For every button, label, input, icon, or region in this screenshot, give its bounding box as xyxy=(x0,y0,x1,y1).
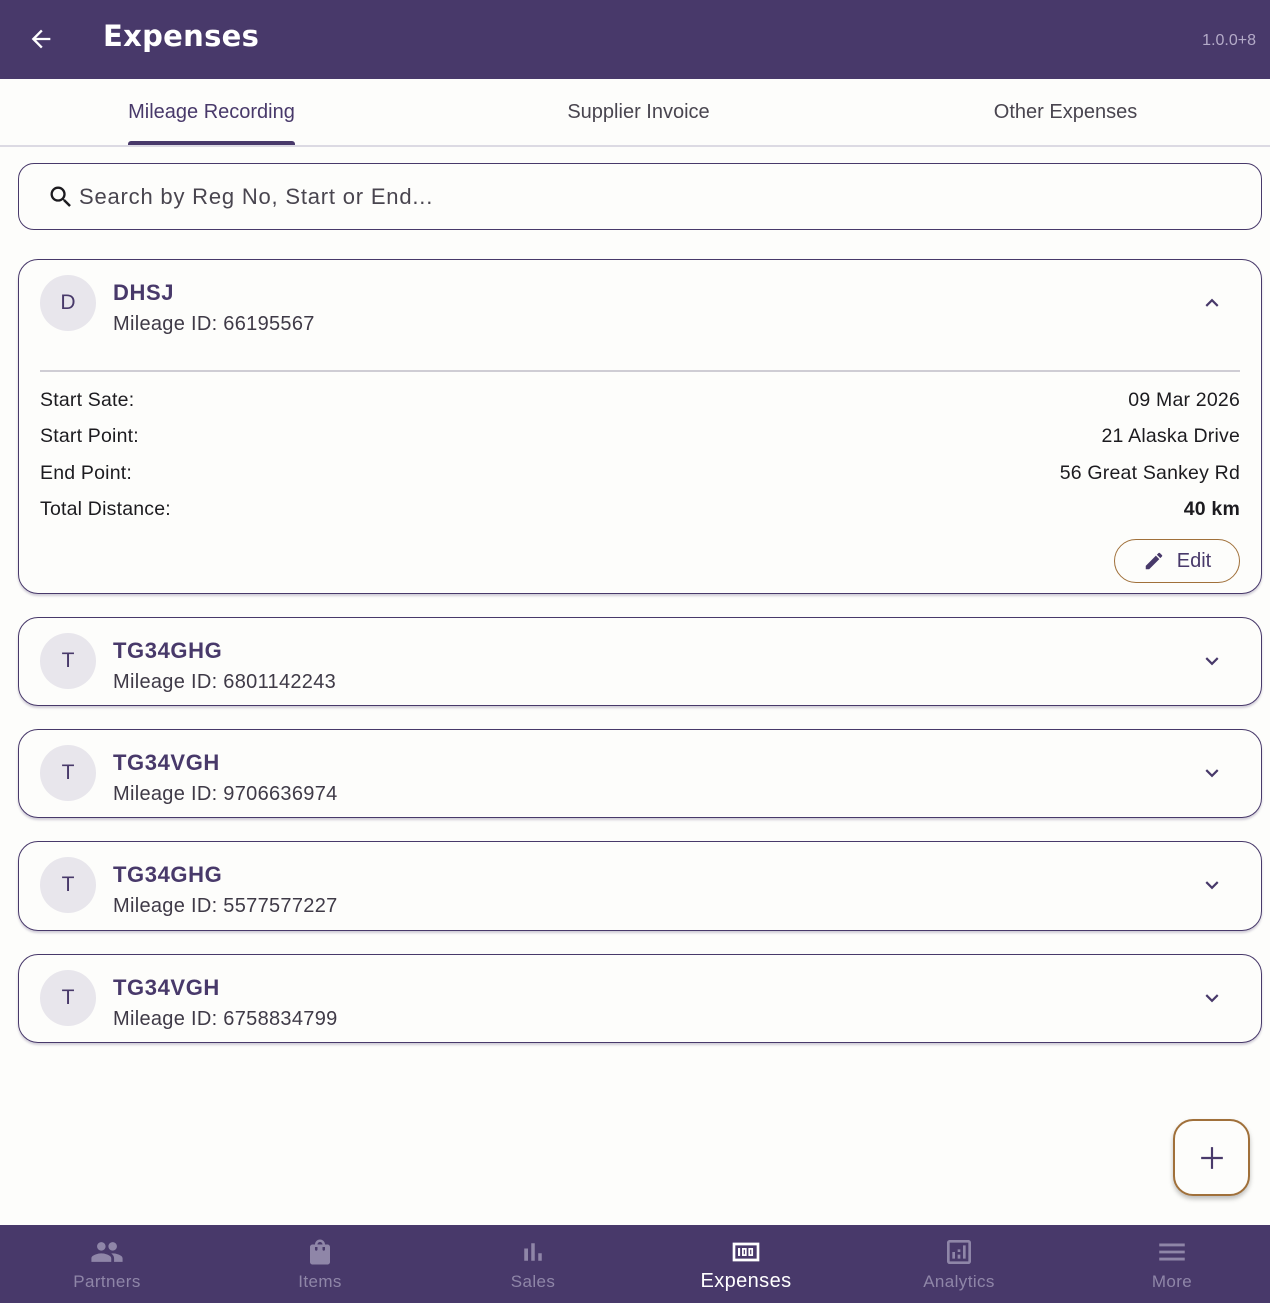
avatar: T xyxy=(40,857,96,913)
chevron-down-icon[interactable] xyxy=(1199,648,1225,674)
detail-label: End Point: xyxy=(40,462,132,484)
chevron-down-icon[interactable] xyxy=(1199,872,1225,898)
bottom-navigation: Partners Items Sales Expenses Analytics … xyxy=(0,1225,1270,1303)
mileage-card: D DHSJ Mileage ID: 66195567 Start Sate: … xyxy=(18,259,1262,594)
detail-label: Start Sate: xyxy=(40,389,135,411)
add-mileage-button[interactable] xyxy=(1173,1119,1250,1196)
back-button[interactable] xyxy=(22,20,60,58)
search-box xyxy=(18,163,1262,230)
money-icon xyxy=(732,1242,760,1262)
mileage-id: Mileage ID: 66195567 xyxy=(113,313,315,335)
pencil-icon xyxy=(1145,552,1163,570)
mileage-card-header[interactable]: T TG34GHG Mileage ID: 6801142243 xyxy=(19,618,1261,704)
avatar: D xyxy=(40,275,96,331)
mileage-id: Mileage ID: 5577577227 xyxy=(113,895,338,917)
detail-value: 40 km xyxy=(1183,498,1240,520)
nav-item-expenses[interactable]: Expenses xyxy=(640,1225,852,1303)
nav-item-more[interactable]: More xyxy=(1066,1225,1270,1303)
detail-value: 21 Alaska Drive xyxy=(1101,425,1240,447)
search-input[interactable] xyxy=(79,174,1239,219)
analytics-icon xyxy=(947,1240,971,1264)
avatar: T xyxy=(40,970,96,1026)
mileage-card-header[interactable]: T TG34GHG Mileage ID: 5577577227 xyxy=(19,842,1261,928)
mileage-card-header[interactable]: T TG34VGH Mileage ID: 6758834799 xyxy=(19,955,1261,1041)
page-title: Expenses xyxy=(103,19,260,53)
nav-item-items[interactable]: Items xyxy=(214,1225,426,1303)
mileage-card[interactable]: T TG34GHG Mileage ID: 6801142243 xyxy=(18,617,1262,706)
chevron-down-icon[interactable] xyxy=(1199,760,1225,786)
arrow-back-icon xyxy=(31,29,51,49)
reg-number: TG34GHG xyxy=(113,862,223,887)
edit-button[interactable]: Edit xyxy=(1114,539,1240,583)
detail-row-total-distance: Total Distance: 40 km xyxy=(40,498,1240,528)
mileage-card[interactable]: T TG34VGH Mileage ID: 6758834799 xyxy=(18,954,1262,1043)
chevron-up-icon[interactable] xyxy=(1199,290,1225,316)
mileage-card-header[interactable]: T TG34VGH Mileage ID: 9706636974 xyxy=(19,730,1261,816)
nav-label: More xyxy=(1151,1272,1193,1291)
tab-supplier-invoice[interactable]: Supplier Invoice xyxy=(427,79,850,145)
mileage-card[interactable]: T TG34VGH Mileage ID: 9706636974 xyxy=(18,729,1262,818)
mileage-card-header[interactable]: D DHSJ Mileage ID: 66195567 xyxy=(19,260,1261,346)
mileage-id: Mileage ID: 6801142243 xyxy=(113,671,337,693)
shopping-bag-icon xyxy=(310,1239,330,1265)
tab-label: Supplier Invoice xyxy=(567,100,710,123)
detail-row-start-point: Start Point: 21 Alaska Drive xyxy=(40,425,1240,455)
avatar: T xyxy=(40,745,96,801)
nav-item-partners[interactable]: Partners xyxy=(1,1225,213,1303)
detail-value: 56 Great Sankey Rd xyxy=(1059,462,1240,484)
tab-label: Other Expenses xyxy=(993,100,1138,123)
tab-bar: Mileage Recording Supplier Invoice Other… xyxy=(0,79,1270,147)
reg-number: DHSJ xyxy=(113,280,175,305)
detail-label: Start Point: xyxy=(40,425,139,447)
reg-number: TG34GHG xyxy=(113,638,223,663)
nav-label: Expenses xyxy=(700,1270,792,1292)
nav-label: Items xyxy=(298,1272,342,1291)
search-icon xyxy=(50,186,71,207)
menu-icon xyxy=(1159,1243,1185,1261)
chevron-down-icon[interactable] xyxy=(1199,985,1225,1011)
tab-mileage-recording[interactable]: Mileage Recording xyxy=(0,79,423,145)
detail-label: Total Distance: xyxy=(40,498,171,520)
reg-number: TG34VGH xyxy=(113,975,220,1000)
mileage-id: Mileage ID: 6758834799 xyxy=(113,1008,338,1030)
reg-number: TG34VGH xyxy=(113,750,220,775)
app-version: 1.0.0+8 xyxy=(1202,32,1256,49)
tab-indicator xyxy=(128,141,295,145)
people-icon xyxy=(91,1242,123,1262)
app-bar: Expenses 1.0.0+8 xyxy=(0,0,1270,79)
detail-row-end-point: End Point: 56 Great Sankey Rd xyxy=(40,462,1240,492)
nav-label: Analytics xyxy=(923,1272,995,1291)
bar-chart-icon xyxy=(524,1243,542,1261)
tab-other-expenses[interactable]: Other Expenses xyxy=(854,79,1270,145)
nav-label: Partners xyxy=(73,1272,141,1291)
avatar: T xyxy=(40,633,96,689)
detail-value: 09 Mar 2026 xyxy=(1128,389,1240,411)
edit-button-label: Edit xyxy=(1176,549,1212,572)
mileage-id: Mileage ID: 9706636974 xyxy=(113,783,338,805)
detail-row-start-date: Start Sate: 09 Mar 2026 xyxy=(40,389,1240,419)
mileage-card[interactable]: T TG34GHG Mileage ID: 5577577227 xyxy=(18,841,1262,931)
nav-label: Sales xyxy=(510,1272,556,1291)
plus-icon xyxy=(1200,1146,1223,1169)
nav-item-analytics[interactable]: Analytics xyxy=(853,1225,1065,1303)
tab-label: Mileage Recording xyxy=(128,100,295,123)
nav-item-sales[interactable]: Sales xyxy=(427,1225,639,1303)
divider xyxy=(40,370,1240,372)
